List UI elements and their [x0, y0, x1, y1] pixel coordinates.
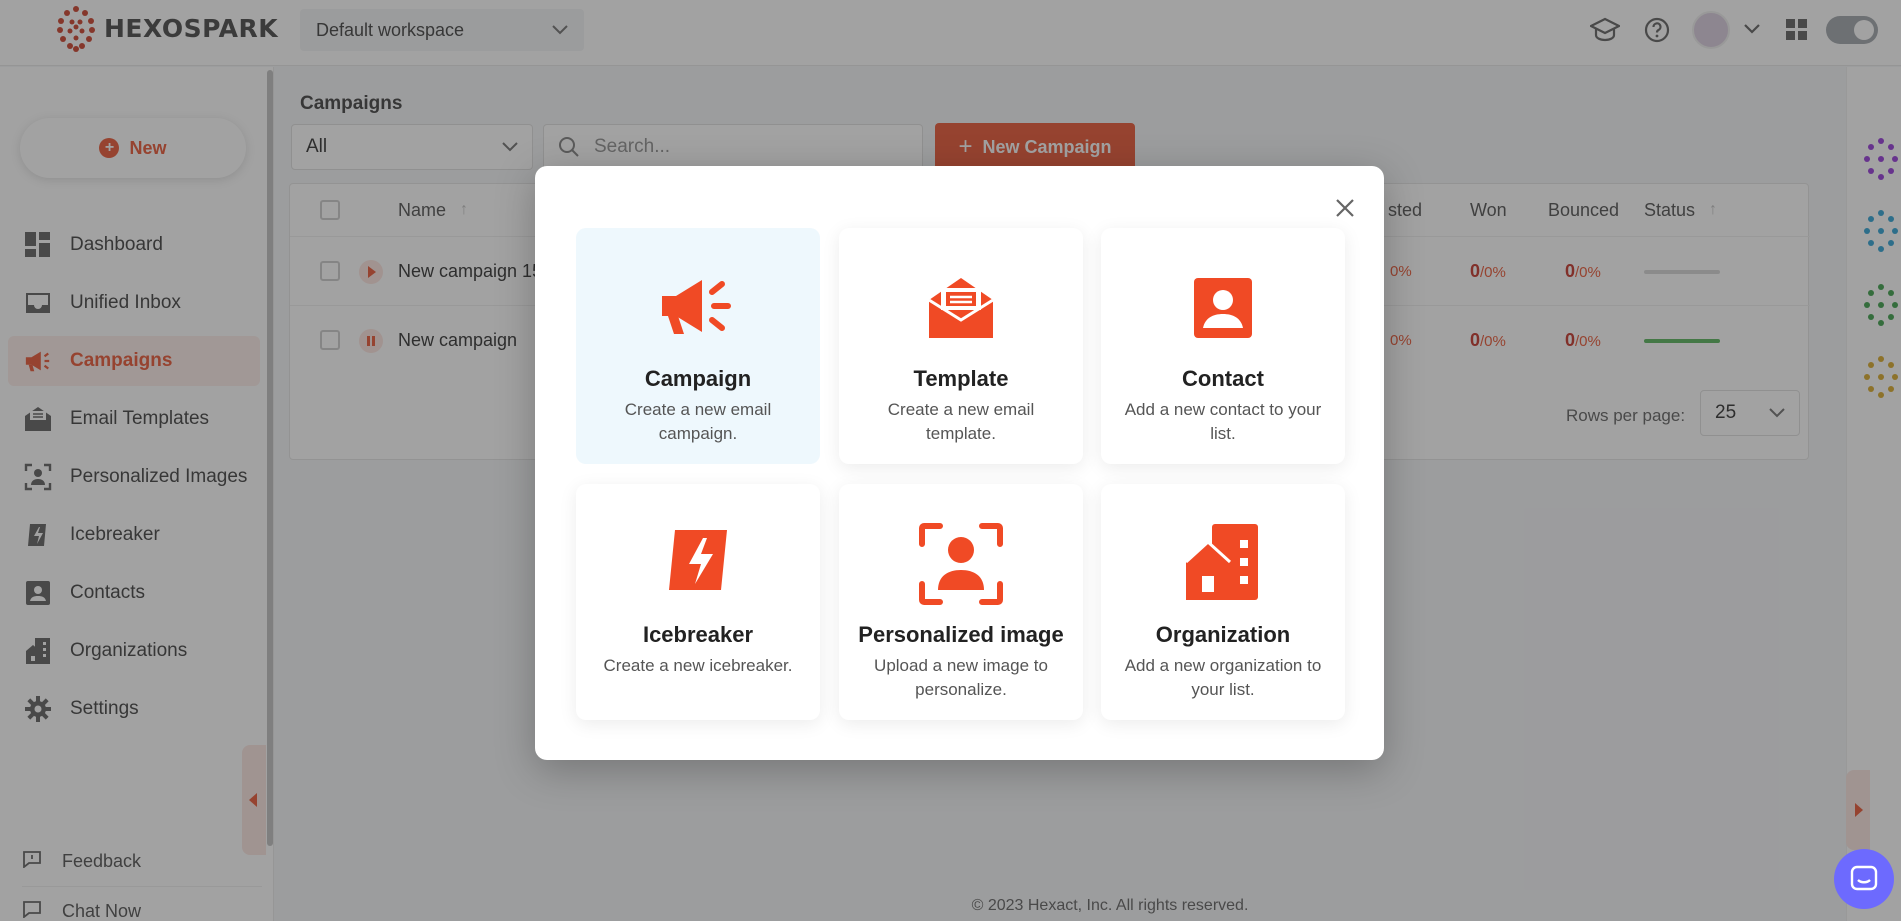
create-icebreaker-card[interactable]: Icebreaker Create a new icebreaker.	[576, 484, 820, 720]
card-title: Campaign	[644, 366, 752, 391]
card-description: Create a new email template.	[887, 400, 1035, 443]
card-description: Create a new email campaign.	[624, 400, 772, 443]
create-template-card[interactable]: Template Create a new email template.	[839, 228, 1083, 464]
create-campaign-card[interactable]: Campaign Create a new email campaign.	[576, 228, 820, 464]
lightning-icon	[669, 530, 727, 590]
contact-card-icon	[1194, 278, 1252, 338]
person-frame-icon	[919, 523, 1003, 605]
create-new-dialog: Campaign Create a new email campaign. Te…	[535, 166, 1384, 760]
chat-launcher-button[interactable]	[1834, 849, 1894, 909]
card-description: Add a new contact to your list.	[1124, 400, 1322, 443]
create-contact-card[interactable]: Contact Add a new contact to your list.	[1101, 228, 1345, 464]
card-description: Create a new icebreaker.	[603, 656, 793, 675]
create-organization-card[interactable]: Organization Add a new organization to y…	[1101, 484, 1345, 720]
envelope-open-icon	[928, 278, 994, 338]
building-icon	[1184, 524, 1258, 600]
card-title: Organization	[1155, 622, 1291, 647]
chat-bubble-icon	[1850, 865, 1878, 891]
card-title: Contact	[1182, 366, 1264, 391]
card-title: Template	[913, 366, 1009, 391]
close-icon[interactable]	[1333, 196, 1357, 220]
megaphone-icon	[662, 280, 731, 334]
card-title: Icebreaker	[642, 622, 754, 647]
card-title: Personalized image	[858, 622, 1064, 647]
card-description: Add a new organization to your list.	[1124, 656, 1322, 699]
create-personalized-image-card[interactable]: Personalized image Upload a new image to…	[839, 484, 1083, 720]
card-description: Upload a new image to personalize.	[874, 656, 1048, 699]
